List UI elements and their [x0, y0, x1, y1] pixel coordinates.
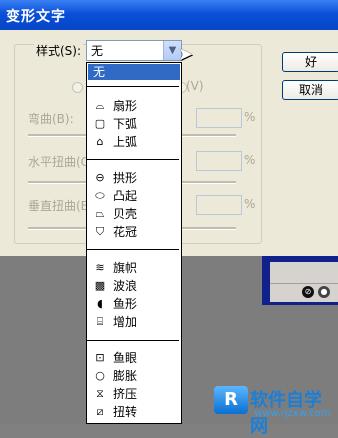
cancel-button[interactable]: 取消: [282, 80, 338, 100]
dropdown-item-fisheye[interactable]: ⊡ 鱼眼: [88, 350, 180, 367]
squeeze-icon: ⧖: [96, 387, 104, 400]
arch-icon: ⊖: [95, 171, 105, 184]
dropdown-item-wave[interactable]: ▩ 波浪: [88, 278, 180, 295]
dropdown-item-bulge[interactable]: ⬭ 凸起: [88, 188, 180, 205]
flower-crown-icon: ⛉: [95, 225, 105, 238]
arc-upper-icon: ⌂: [96, 135, 104, 148]
horizontal-distort-field[interactable]: [196, 151, 242, 171]
dropdown-item-label: 扇形: [113, 99, 138, 113]
horizontal-radio[interactable]: [72, 82, 83, 93]
dropdown-item-label: 上弧: [113, 135, 138, 149]
dropdown-item-flower-crown[interactable]: ⛉ 花冠: [88, 224, 180, 241]
ok-button[interactable]: 好: [282, 52, 338, 72]
watermark: R 软件自学网 www.rjzxw.com: [214, 386, 338, 437]
fisheye-icon: ⊡: [95, 351, 105, 364]
dropdown-item-shell[interactable]: ⏢ 贝壳: [88, 206, 180, 223]
status-icon: ⊘: [302, 286, 314, 298]
arc-icon: ⌓: [95, 99, 105, 112]
style-select-value: 无: [91, 44, 104, 58]
dropdown-item-label: 凸起: [113, 189, 138, 203]
mouse-cursor-icon: ➤: [178, 44, 194, 65]
dropdown-item-label: 花冠: [113, 225, 138, 239]
vertical-distort-field[interactable]: [196, 195, 242, 215]
dropdown-separator: [87, 86, 179, 87]
bend-label: 弯曲(B):: [28, 112, 74, 126]
dropdown-item-label: 下弧: [113, 117, 138, 131]
style-select[interactable]: 无 ▼: [86, 40, 182, 61]
dropdown-item-inflate[interactable]: ○ 膨胀: [88, 368, 180, 385]
shell-icon: ⏢: [95, 207, 105, 220]
dropdown-item-label: 鱼眼: [113, 351, 138, 365]
vertical-radio-label: (V): [186, 79, 204, 93]
dropdown-item-label: 无: [93, 65, 106, 79]
dropdown-item-arc[interactable]: ⌓ 扇形: [88, 98, 180, 115]
fish-icon: ◖: [97, 297, 103, 310]
dropdown-separator: [87, 249, 179, 250]
dropdown-item-squeeze[interactable]: ⧖ 挤压: [88, 386, 180, 403]
arc-lower-icon: ▢: [94, 117, 106, 130]
status-icon-2: ●: [318, 286, 330, 298]
dropdown-separator: [87, 159, 179, 160]
background-status-bar: ⊘ ●: [270, 283, 338, 300]
wave-icon: ▩: [94, 279, 106, 292]
inflate-icon: ○: [95, 369, 105, 382]
dropdown-item-arch[interactable]: ⊖ 拱形: [88, 170, 180, 187]
watermark-url: www.rjzxw.com: [254, 408, 331, 419]
dropdown-item-label: 增加: [113, 315, 138, 329]
dropdown-item-label: 贝壳: [113, 207, 138, 221]
horizontal-distort-percent: %: [244, 153, 256, 167]
dropdown-item-label: 波浪: [113, 279, 138, 293]
style-dropdown-list: 无 ⌓ 扇形 ▢ 下弧 ⌂ 上弧 ⊖ 拱形 ⬭ 凸起 ⏢ 贝壳 ⛉ 花冠 ≋ 旗…: [86, 62, 182, 424]
twist-icon: ⧄: [96, 405, 104, 418]
dropdown-item-arc-upper[interactable]: ⌂ 上弧: [88, 134, 180, 151]
bulge-icon: ⬭: [95, 189, 105, 202]
flag-icon: ≋: [95, 261, 105, 274]
style-label: 样式(S):: [34, 42, 84, 59]
dropdown-item-arc-lower[interactable]: ▢ 下弧: [88, 116, 180, 133]
rise-icon: ⌸: [96, 315, 104, 328]
dropdown-item-flag[interactable]: ≋ 旗帜: [88, 260, 180, 277]
vertical-distort-percent: %: [244, 197, 256, 211]
dropdown-item-label: 膨胀: [113, 369, 138, 383]
dropdown-item-rise[interactable]: ⌸ 增加: [88, 314, 180, 331]
dropdown-item-label: 扭转: [113, 405, 138, 419]
dropdown-item-twist[interactable]: ⧄ 扭转: [88, 404, 180, 421]
dialog-titlebar[interactable]: 变形文字: [0, 0, 338, 30]
dropdown-separator: [87, 340, 179, 341]
bend-field[interactable]: [196, 108, 242, 128]
dropdown-item-label: 旗帜: [113, 261, 138, 275]
dropdown-item-label: 鱼形: [113, 297, 138, 311]
dropdown-item-none[interactable]: 无: [88, 64, 180, 80]
dropdown-item-label: 挤压: [113, 387, 138, 401]
bend-percent: %: [244, 110, 256, 124]
dropdown-item-fish[interactable]: ◖ 鱼形: [88, 296, 180, 313]
dropdown-item-label: 拱形: [113, 171, 138, 185]
dialog-title: 变形文字: [6, 9, 66, 25]
watermark-logo-icon: R: [214, 386, 248, 414]
